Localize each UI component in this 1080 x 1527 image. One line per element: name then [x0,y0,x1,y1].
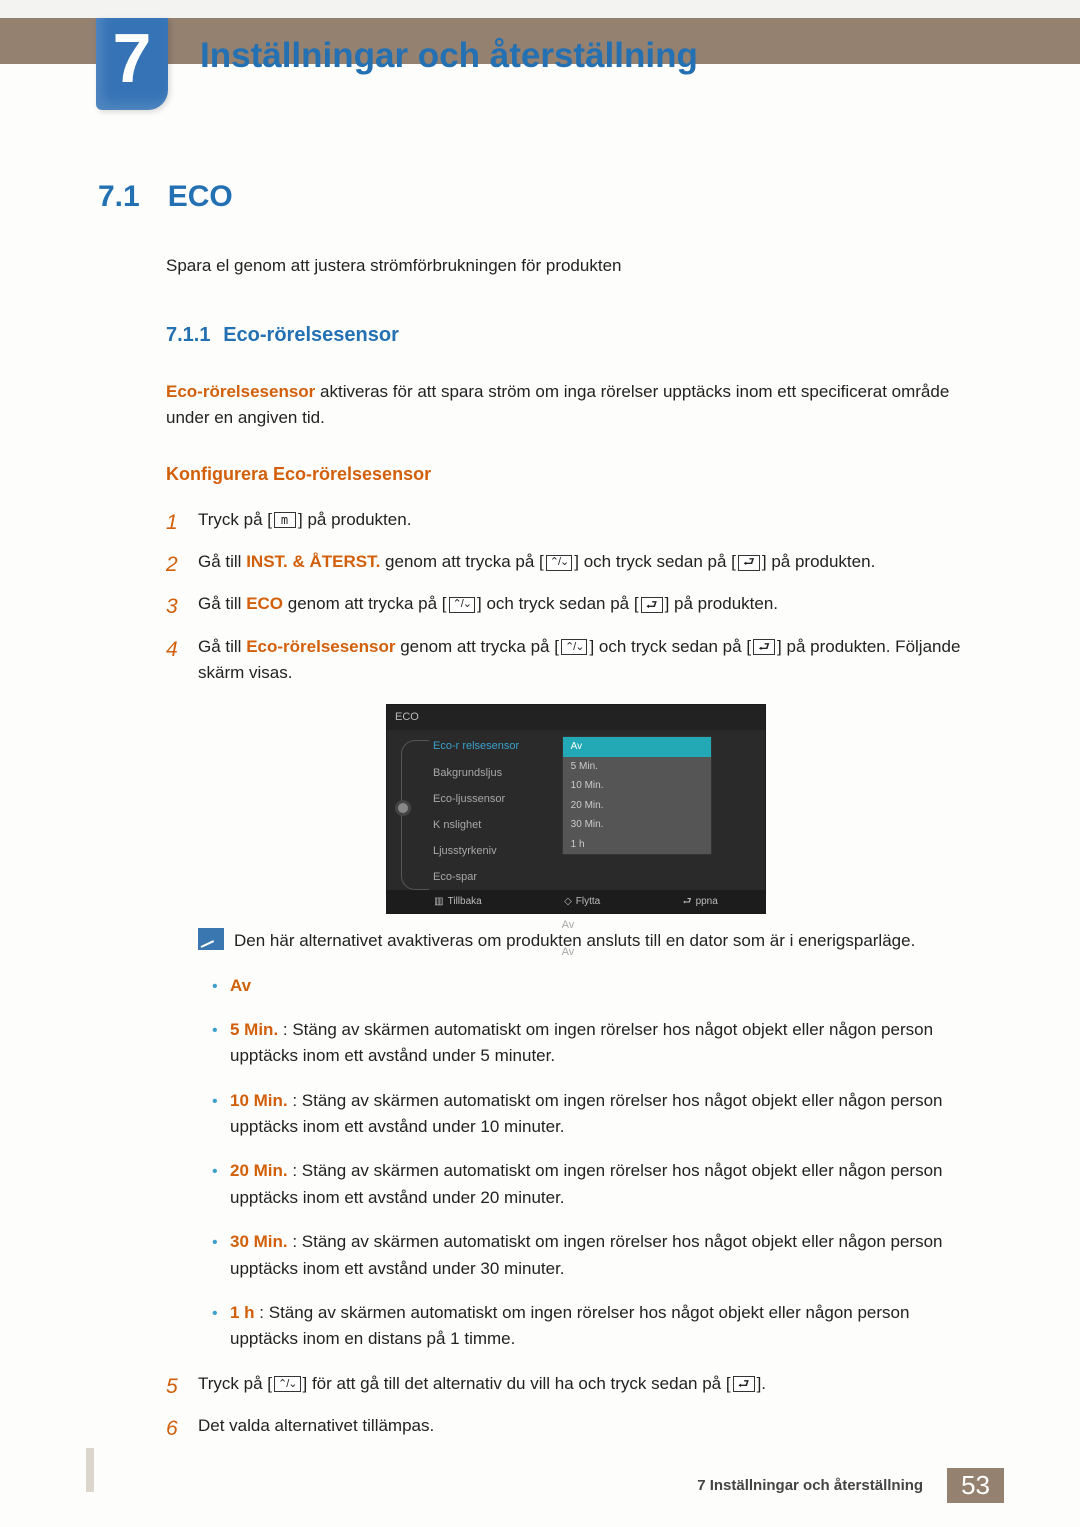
step-3: 3 Gå till ECO genom att trycka på [] och… [166,591,982,617]
option-30min: 30 Min. : Stäng av skärmen automatiskt o… [208,1229,982,1282]
top-stripe [0,0,1080,18]
updown-icon [561,639,588,655]
menu-icon: m [274,512,296,528]
subsection-title: Eco-rörelsesensor [223,324,399,346]
footer-left-accent [86,1448,94,1492]
option-av: Av [208,973,982,999]
osd-move: ◇ Flytta [564,894,600,910]
osd-option: 5 Min. [563,757,711,777]
updown-icon [449,597,476,613]
osd-menu-item: Bakgrundsljus [433,765,562,782]
osd-option-selected: Av [563,737,711,757]
subsection-heading: 7.1.1 Eco-rörelsesensor [166,324,982,347]
option-list: Av 5 Min. : Stäng av skärmen automatiskt… [208,973,982,1353]
chapter-title: Inställningar och återställning [200,36,698,76]
step-4: 4 Gå till Eco-rörelsesensor genom att tr… [166,634,982,1353]
osd-footer: ▥ Tillbaka ◇ Flytta ⮐ ppna [387,890,765,914]
footer-chapter: 7 Inställningar och återställning [697,1477,923,1494]
enter-icon [738,555,760,571]
osd-option: 30 Min. [563,815,711,835]
enter-icon [733,1376,755,1392]
osd-menu-item: Eco-r relsesensor [433,738,562,755]
osd-screenshot: ECO Eco-r relsesensor Bakgrundsljus Eco-… [386,704,766,914]
osd-option: 10 Min. [563,776,711,796]
osd-title: ECO [387,705,765,730]
section-number: 7.1 [98,180,140,214]
option-1h: 1 h : Stäng av skärmen automatiskt om in… [208,1300,982,1353]
osd-back: ▥ Tillbaka [434,894,482,910]
subsection-paragraph: Eco-rörelsesensor aktiveras för att spar… [166,379,982,432]
section-heading: 7.1 ECO [98,180,982,214]
osd-option: 1 h [563,835,711,855]
osd-open: ⮐ ppna [683,894,718,910]
config-heading: Konfigurera Eco-rörelsesensor [166,464,982,485]
option-10min: 10 Min. : Stäng av skärmen automatiskt o… [208,1088,982,1141]
chapter-tab: 7 [96,18,168,110]
osd-menu-item: Ljusstyrkeniv [433,843,562,860]
osd-dropdown: Av 5 Min. 10 Min. 20 Min. 30 Min. 1 h [562,736,712,855]
enter-icon [641,597,663,613]
osd-value: Av [562,917,755,934]
osd-menu-item: Eco-spar [433,869,562,886]
note-icon [198,928,224,950]
para-highlight: Eco-rörelsesensor [166,382,315,401]
chapter-number: 7 [113,18,152,98]
osd-menu: Eco-r relsesensor Bakgrundsljus Eco-ljus… [433,736,562,911]
section-intro: Spara el genom att justera strömförbrukn… [166,256,982,276]
osd-menu-item: Eco-ljussensor [433,791,562,808]
steps-list: 1 Tryck på [m] på produkten. 2 Gå till I… [166,507,982,1440]
page-footer: 7 Inställningar och återställning 53 [697,1468,1004,1503]
step-5: 5 Tryck på [] för att gå till det altern… [166,1371,982,1397]
step-6: 6 Det valda alternativet tillämpas. [166,1413,982,1439]
updown-icon [546,555,573,571]
option-20min: 20 Min. : Stäng av skärmen automatiskt o… [208,1158,982,1211]
updown-icon [274,1376,301,1392]
subsection-number: 7.1.1 [166,324,210,346]
section-title: ECO [168,180,233,214]
osd-option: 20 Min. [563,796,711,816]
enter-icon [753,639,775,655]
osd-value: Av [562,944,755,961]
osd-menu-item: K nslighet [433,817,562,834]
option-5min: 5 Min. : Stäng av skärmen automatiskt om… [208,1017,982,1070]
step-2: 2 Gå till INST. & ÅTERST. genom att tryc… [166,549,982,575]
footer-page-number: 53 [947,1468,1004,1503]
step-1: 1 Tryck på [m] på produkten. [166,507,982,533]
content: 7.1 ECO Spara el genom att justera ström… [98,180,982,1455]
